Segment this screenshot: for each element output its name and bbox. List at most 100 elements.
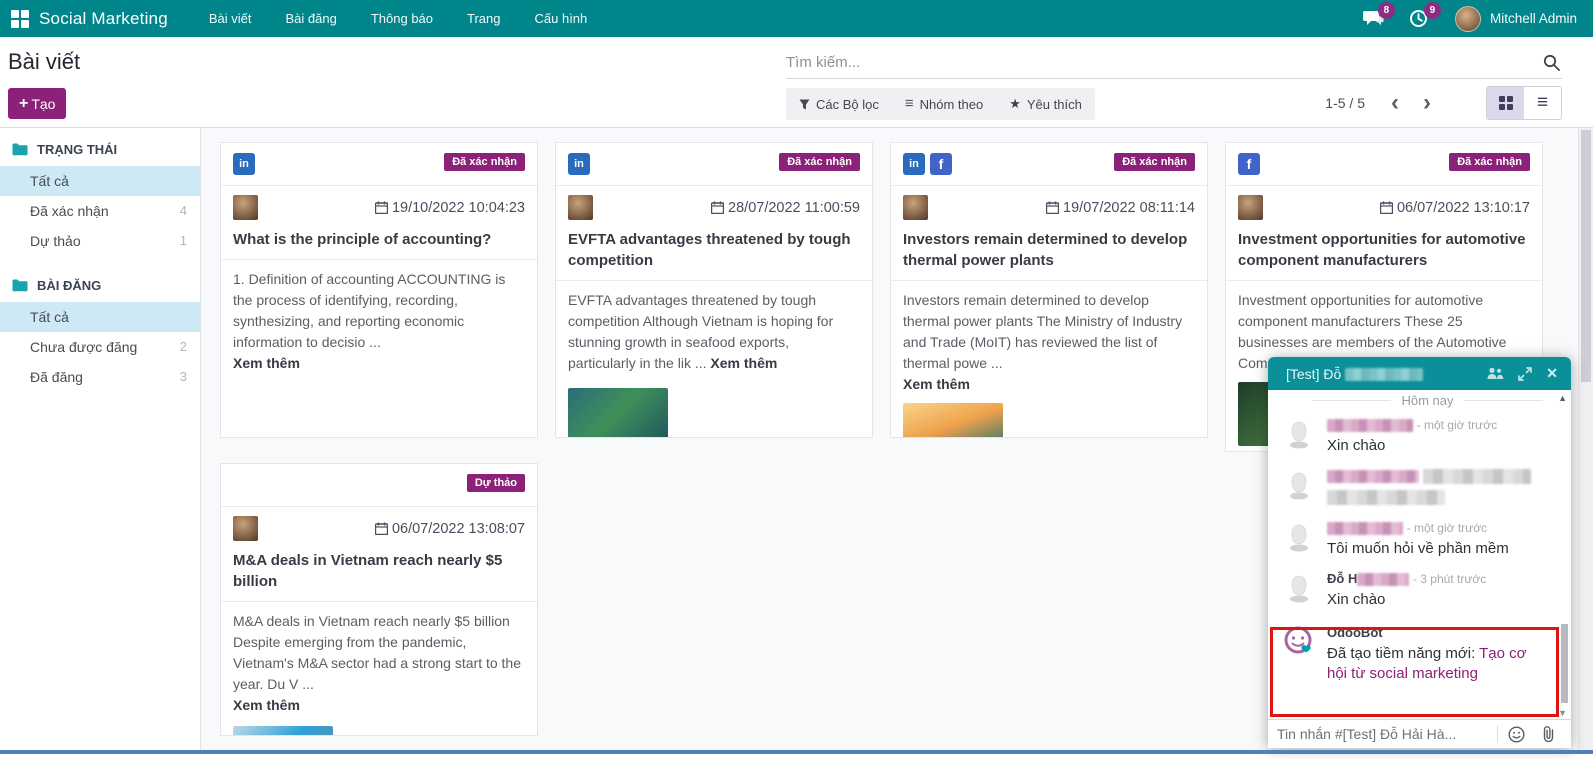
page-scrollbar[interactable] <box>1578 128 1593 750</box>
favorites-label: Yêu thích <box>1027 97 1082 112</box>
pager: 1-5 / 5 ‹ › <box>1325 93 1433 113</box>
menu-notifications[interactable]: Thông báo <box>354 0 450 37</box>
card-date: 06/07/2022 13:08:07 <box>375 521 525 537</box>
search-input[interactable] <box>786 47 1515 77</box>
message-author: OdooBot <box>1327 625 1383 640</box>
scroll-down-icon[interactable]: ▼ <box>1558 708 1567 718</box>
article-card[interactable]: in f Đã xác nhận 19/07/2022 08:11:14 Inv… <box>890 142 1208 438</box>
read-more-link[interactable]: Xem thêm <box>233 355 300 371</box>
input-divider <box>1497 725 1498 743</box>
view-switcher: ≡ <box>1486 86 1562 120</box>
sidebar-item-unposted[interactable]: Chưa được đăng 2 <box>0 332 200 362</box>
card-date-text: 19/10/2022 10:04:23 <box>392 200 525 216</box>
chat-scrollbar-thumb[interactable] <box>1561 624 1568 703</box>
author-avatar <box>903 195 928 220</box>
user-name: Mitchell Admin <box>1490 11 1577 26</box>
activities-icon[interactable]: 9 <box>1409 9 1431 29</box>
sidebar-item-count: 1 <box>180 233 187 248</box>
groupby-label: Nhóm theo <box>920 97 984 112</box>
sidebar-item-label: Đã đăng <box>30 369 83 385</box>
chat-header[interactable]: [Test] Đỗ ✕ <box>1268 357 1571 390</box>
message-text: Xin chào <box>1327 436 1547 456</box>
article-card[interactable]: Dự thảo 06/07/2022 13:08:07 M&A deals in… <box>220 463 538 736</box>
navbar-menu: Bài viết Bài đăng Thông báo Trang Cấu hì… <box>192 0 604 37</box>
user-menu[interactable]: Mitchell Admin <box>1455 6 1577 32</box>
messages-icon[interactable]: 8 <box>1363 9 1385 29</box>
chat-messages: Hôm nay ▲ - một giờ trước Xin chào - một… <box>1268 390 1571 719</box>
close-icon[interactable]: ✕ <box>1546 365 1558 382</box>
card-excerpt: 1. Definition of accounting ACCOUNTING i… <box>233 271 505 350</box>
message-text: Đã tạo tiềm năng mới: <box>1327 645 1479 662</box>
filters-button[interactable]: Các Bộ lọc <box>786 88 892 120</box>
redacted-author <box>1327 419 1413 432</box>
pager-next-button[interactable]: › <box>1421 93 1433 113</box>
kanban-view-button[interactable] <box>1487 87 1524 119</box>
card-title[interactable]: Investors remain determined to develop t… <box>903 229 1195 271</box>
menu-posts[interactable]: Bài đăng <box>269 0 354 37</box>
sidebar-item-draft[interactable]: Dự thảo 1 <box>0 226 200 256</box>
sidebar-section-status[interactable]: TRẠNG THÁI <box>0 128 200 166</box>
facebook-icon: f <box>1238 153 1260 175</box>
card-date: 19/10/2022 10:04:23 <box>375 200 525 216</box>
filters-label: Các Bộ lọc <box>816 97 879 112</box>
emoji-icon[interactable] <box>1508 726 1525 743</box>
chat-window: [Test] Đỗ ✕ Hôm nay ▲ - một giờ trước Xi… <box>1268 357 1571 748</box>
article-card[interactable]: in Đã xác nhận 19/10/2022 10:04:23 What … <box>220 142 538 438</box>
message-input[interactable] <box>1268 726 1493 742</box>
menu-pages[interactable]: Trang <box>450 0 517 37</box>
sidebar-item-posted[interactable]: Đã đăng 3 <box>0 362 200 392</box>
card-title[interactable]: EVFTA advantages threatened by tough com… <box>568 229 860 271</box>
filter-toolbar: Các Bộ lọc ≡ Nhóm theo ★ Yêu thích <box>786 88 1095 120</box>
card-date: 06/07/2022 13:10:17 <box>1380 200 1530 216</box>
card-date: 28/07/2022 11:00:59 <box>711 200 860 216</box>
scroll-up-icon[interactable]: ▲ <box>1558 393 1567 403</box>
message-time: - một giờ trước <box>1417 418 1497 432</box>
status-badge: Đã xác nhận <box>444 153 525 171</box>
sidebar-item-status-all[interactable]: Tất cả <box>0 166 200 196</box>
list-view-button[interactable]: ≡ <box>1524 87 1561 119</box>
apps-grid-icon[interactable] <box>11 10 28 27</box>
sidebar-item-count: 3 <box>180 369 187 384</box>
redacted-author <box>1357 573 1409 586</box>
calendar-icon <box>375 201 388 214</box>
pager-range: 1-5 / 5 <box>1325 95 1365 111</box>
author-avatar <box>233 195 258 220</box>
card-title[interactable]: Investment opportunities for automotive … <box>1238 229 1530 271</box>
facebook-icon: f <box>930 153 952 175</box>
add-users-icon[interactable] <box>1487 367 1504 380</box>
sidebar-item-label: Tất cả <box>30 309 69 325</box>
attachment-icon[interactable] <box>1541 726 1555 742</box>
avatar-placeholder <box>1282 570 1316 604</box>
status-badge: Đã xác nhận <box>1114 153 1195 171</box>
page-title: Bài viết <box>8 49 80 75</box>
sidebar-section-posts[interactable]: BÀI ĐĂNG <box>0 264 200 302</box>
menu-articles[interactable]: Bài viết <box>192 0 269 37</box>
pager-prev-button[interactable]: ‹ <box>1389 93 1401 113</box>
message-time: - một giờ trước <box>1407 521 1487 535</box>
read-more-link[interactable]: Xem thêm <box>903 376 970 392</box>
linkedin-icon: in <box>903 153 925 175</box>
page-scrollbar-thumb[interactable] <box>1581 130 1591 382</box>
chat-message: - một giờ trước Xin chào <box>1268 410 1571 461</box>
expand-icon[interactable] <box>1518 367 1532 381</box>
create-button[interactable]: + Tạo <box>8 88 66 119</box>
card-date-text: 06/07/2022 13:08:07 <box>392 521 525 537</box>
card-title[interactable]: What is the principle of accounting? <box>233 229 525 250</box>
search-icon[interactable] <box>1543 54 1560 76</box>
odoobot-avatar <box>1282 624 1316 658</box>
favorites-button[interactable]: ★ Yêu thích <box>996 88 1095 120</box>
menu-configuration[interactable]: Cấu hình <box>518 0 605 37</box>
sidebar-item-label: Chưa được đăng <box>30 339 137 355</box>
read-more-link[interactable]: Xem thêm <box>710 355 777 371</box>
groupby-button[interactable]: ≡ Nhóm theo <box>892 88 996 120</box>
star-icon: ★ <box>1009 96 1021 112</box>
card-title[interactable]: M&A deals in Vietnam reach nearly $5 bil… <box>233 550 525 592</box>
card-thumbnail <box>233 726 333 736</box>
read-more-link[interactable]: Xem thêm <box>233 697 300 713</box>
sidebar-item-confirmed[interactable]: Đã xác nhận 4 <box>0 196 200 226</box>
app-title[interactable]: Social Marketing <box>39 9 168 29</box>
article-card[interactable]: in Đã xác nhận 28/07/2022 11:00:59 EVFTA… <box>555 142 873 438</box>
sidebar-item-posts-all[interactable]: Tất cả <box>0 302 200 332</box>
folder-icon <box>12 143 28 156</box>
funnel-icon <box>799 99 810 110</box>
